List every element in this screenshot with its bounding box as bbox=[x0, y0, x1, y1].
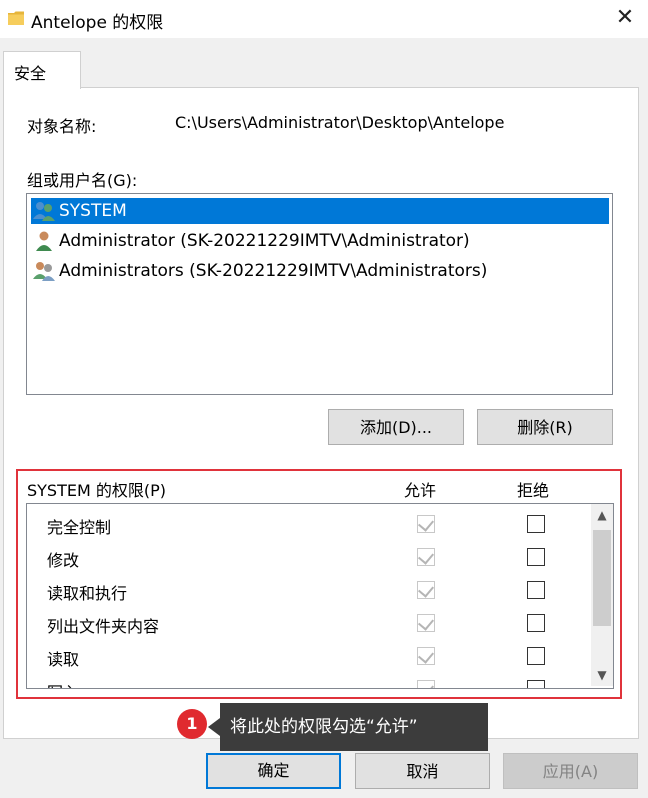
checkmark-icon bbox=[417, 515, 435, 532]
list-item-label: Administrator (SK-20221229IMTV\Administr… bbox=[59, 231, 470, 251]
permission-row-list-folder: 列出文件夹内容 bbox=[27, 607, 587, 640]
scroll-up-icon[interactable]: ▲ bbox=[591, 504, 613, 526]
object-name-value: C:\Users\Administrator\Desktop\Antelope bbox=[175, 113, 505, 132]
permissions-scrollbar[interactable]: ▲ ▼ bbox=[591, 504, 613, 686]
list-item[interactable]: SYSTEM bbox=[31, 198, 609, 224]
deny-checkbox[interactable] bbox=[527, 647, 545, 665]
permissions-list[interactable]: 完全控制 修改 读取和执行 列出文件夹内容 读取 写入 ▲ ▼ bbox=[26, 503, 614, 689]
tooltip-arrow bbox=[208, 718, 220, 736]
allow-checkbox[interactable] bbox=[417, 515, 435, 533]
scroll-down-icon[interactable]: ▼ bbox=[591, 664, 613, 686]
deny-checkbox[interactable] bbox=[527, 581, 545, 599]
object-name-label: 对象名称: bbox=[27, 117, 97, 136]
tab-security[interactable]: 安全 bbox=[3, 51, 81, 89]
groups-listbox[interactable]: SYSTEM Administrator (SK-20221229IMTV\Ad… bbox=[26, 193, 613, 395]
list-item-label: Administrators (SK-20221229IMTV\Administ… bbox=[59, 261, 488, 281]
permission-name: 列出文件夹内容 bbox=[47, 617, 160, 636]
remove-button[interactable]: 删除(R) bbox=[477, 409, 613, 445]
allow-checkbox[interactable] bbox=[417, 614, 435, 632]
ok-button[interactable]: 确定 bbox=[206, 753, 341, 789]
user-icon bbox=[36, 231, 52, 251]
close-button[interactable]: ✕ bbox=[608, 4, 642, 34]
deny-checkbox[interactable] bbox=[527, 614, 545, 632]
step-badge: 1 bbox=[177, 709, 207, 739]
allow-header: 允许 bbox=[404, 481, 437, 500]
add-button[interactable]: 添加(D)... bbox=[328, 409, 464, 445]
list-item[interactable]: Administrators (SK-20221229IMTV\Administ… bbox=[31, 258, 609, 284]
checkmark-icon bbox=[417, 548, 435, 565]
groups-label: 组或用户名(G): bbox=[27, 171, 138, 190]
deny-checkbox[interactable] bbox=[527, 515, 545, 533]
permission-name: 完全控制 bbox=[47, 518, 112, 537]
scroll-thumb[interactable] bbox=[593, 530, 611, 626]
permission-row-modify: 修改 bbox=[27, 541, 587, 574]
checkmark-icon bbox=[417, 614, 435, 631]
list-item-label: SYSTEM bbox=[59, 201, 127, 221]
permission-name: 写入 bbox=[47, 679, 79, 688]
permission-name: 读取和执行 bbox=[47, 584, 128, 603]
title-bar: Antelope 的权限 ✕ bbox=[0, 0, 648, 38]
checkmark-icon bbox=[417, 680, 435, 688]
permissions-label: SYSTEM 的权限(P) bbox=[27, 481, 166, 500]
checkmark-icon bbox=[417, 581, 435, 598]
permission-row-write: 写入 bbox=[27, 673, 587, 688]
apply-button[interactable]: 应用(A) bbox=[503, 753, 638, 789]
allow-checkbox[interactable] bbox=[417, 581, 435, 599]
window-title: Antelope 的权限 bbox=[31, 13, 164, 33]
deny-checkbox[interactable] bbox=[527, 548, 545, 566]
list-item[interactable]: Administrator (SK-20221229IMTV\Administr… bbox=[31, 228, 609, 254]
annotation-text: 将此处的权限勾选“允许” bbox=[230, 717, 418, 737]
allow-checkbox[interactable] bbox=[417, 548, 435, 566]
annotation-tooltip: 将此处的权限勾选“允许” bbox=[220, 703, 488, 751]
deny-header: 拒绝 bbox=[517, 481, 550, 500]
allow-checkbox[interactable] bbox=[417, 680, 435, 688]
permission-name: 读取 bbox=[47, 650, 80, 669]
permission-name: 修改 bbox=[47, 551, 80, 570]
tab-security-label: 安全 bbox=[14, 64, 47, 83]
folder-icon bbox=[8, 11, 24, 25]
cancel-button[interactable]: 取消 bbox=[355, 753, 490, 789]
permission-row-full-control: 完全控制 bbox=[27, 508, 587, 541]
permission-row-read-execute: 读取和执行 bbox=[27, 574, 587, 607]
deny-checkbox[interactable] bbox=[527, 680, 545, 688]
users-group-icon bbox=[33, 202, 55, 221]
allow-checkbox[interactable] bbox=[417, 647, 435, 665]
checkmark-icon bbox=[417, 647, 435, 664]
users-group-icon bbox=[33, 262, 55, 281]
permission-row-read: 读取 bbox=[27, 640, 587, 673]
